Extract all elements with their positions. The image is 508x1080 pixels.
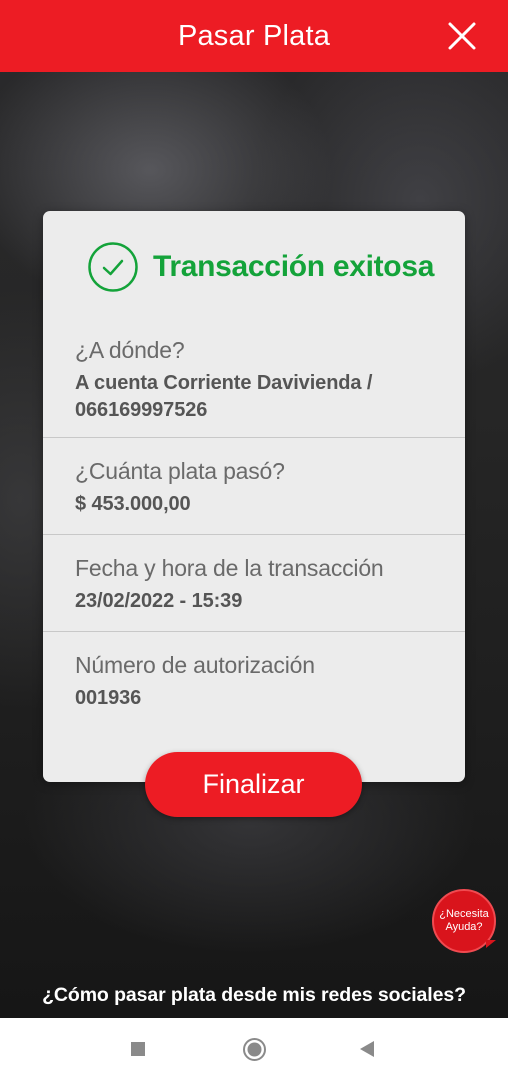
app-screen: Pasar Plata Transacción exitosa ¿A dónde… [0, 0, 508, 1018]
finalize-button[interactable]: Finalizar [145, 752, 362, 817]
home-icon[interactable] [242, 1037, 267, 1062]
help-label-line1: ¿Necesita [439, 908, 489, 920]
authorization-section: Número de autorización 001936 [43, 651, 465, 712]
datetime-label: Fecha y hora de la transacción [75, 555, 384, 581]
divider [43, 437, 465, 438]
header-bar: Pasar Plata [0, 0, 508, 72]
back-icon[interactable] [358, 1039, 376, 1059]
destination-account-type: A cuenta Corriente Davivienda / [75, 372, 373, 394]
help-label-line2: Ayuda? [445, 921, 483, 933]
transaction-receipt-card: Transacción exitosa ¿A dónde? A cuenta C… [43, 211, 465, 782]
help-bubble-tail [486, 940, 496, 948]
datetime-section: Fecha y hora de la transacción 23/02/202… [43, 554, 465, 615]
social-networks-link[interactable]: ¿Cómo pasar plata desde mis redes social… [0, 984, 508, 1007]
amount-section: ¿Cuánta plata pasó? $ 453.000,00 [43, 457, 465, 518]
amount-label: ¿Cuánta plata pasó? [75, 458, 285, 484]
destination-account-number: 066169997526 [75, 399, 208, 421]
divider [43, 631, 465, 632]
divider [43, 534, 465, 535]
destination-value: A cuenta Corriente Davivienda / 06616999… [75, 370, 465, 424]
destination-label: ¿A dónde? [75, 337, 185, 363]
destination-section: ¿A dónde? A cuenta Corriente Davivienda … [43, 336, 465, 424]
close-icon[interactable] [446, 20, 478, 52]
page-title: Pasar Plata [177, 19, 331, 52]
recent-apps-icon[interactable] [129, 1040, 147, 1058]
system-navigation-bar [0, 1018, 508, 1080]
status-row: Transacción exitosa [87, 241, 434, 293]
status-title: Transacción exitosa [153, 250, 435, 283]
check-circle-icon [88, 242, 138, 292]
amount-value: $ 453.000,00 [75, 493, 191, 515]
authorization-label: Número de autorización [75, 652, 315, 678]
datetime-value: 23/02/2022 - 15:39 [75, 590, 243, 612]
authorization-value: 001936 [75, 687, 142, 709]
